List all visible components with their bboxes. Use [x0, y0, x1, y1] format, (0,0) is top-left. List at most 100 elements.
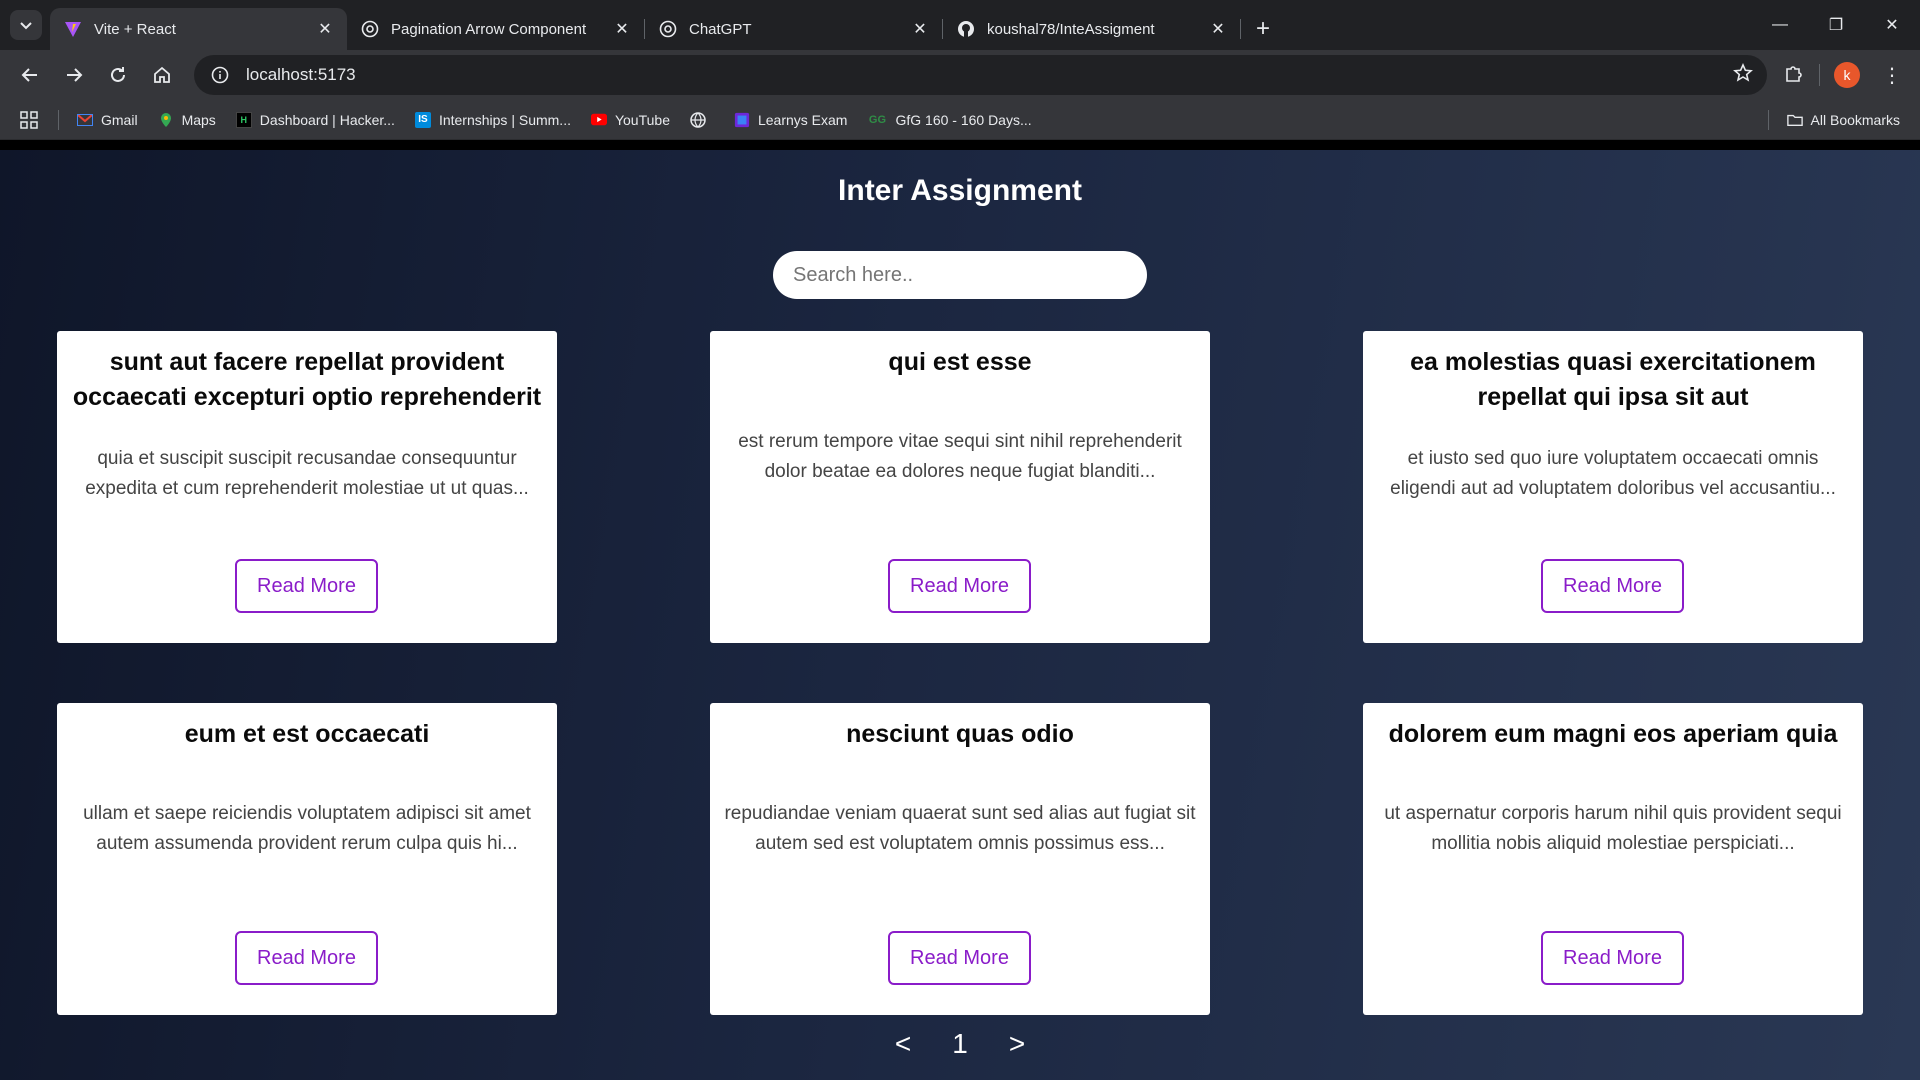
bookmark-label: Learnys Exam: [757, 111, 848, 128]
read-more-button[interactable]: Read More: [1541, 931, 1684, 985]
kebab-menu-icon[interactable]: ⋮: [1874, 63, 1910, 88]
bookmarks-bar: Gmail Maps H Dashboard | Hacker... IS In…: [0, 100, 1920, 140]
close-icon[interactable]: ✕: [910, 19, 930, 39]
post-card: ea molestias quasi exercitationem repell…: [1363, 331, 1863, 643]
read-more-button[interactable]: Read More: [1541, 559, 1684, 613]
card-title: qui est esse: [888, 348, 1032, 376]
card-body: est rerum tempore vitae sequi sint nihil…: [738, 431, 1182, 482]
tab-search-button[interactable]: [10, 10, 42, 40]
pagination: < 1 >: [0, 1028, 1920, 1060]
card-body: ut aspernatur corporis harum nihil quis …: [1384, 803, 1842, 854]
back-button[interactable]: [10, 55, 50, 95]
current-page-number: 1: [952, 1028, 968, 1059]
gfg-icon: GG: [868, 113, 887, 126]
close-icon[interactable]: ✕: [315, 19, 335, 39]
bookmark-youtube[interactable]: YouTube: [590, 111, 670, 128]
close-icon[interactable]: ✕: [1208, 19, 1228, 39]
tab-title: Pagination Arrow Component: [391, 20, 587, 38]
post-card: eum et est occaecati ullam et saepe reic…: [57, 703, 557, 1015]
card-title: ea molestias quasi exercitationem repell…: [1410, 348, 1816, 411]
vite-icon: [64, 20, 82, 38]
internshala-icon: IS: [414, 111, 431, 128]
tab-title: Vite + React: [94, 20, 176, 38]
reload-button[interactable]: [98, 55, 138, 95]
tab-github[interactable]: koushal78/InteAssigment ✕: [943, 8, 1240, 50]
card-title: nesciunt quas odio: [846, 720, 1074, 748]
minimize-button[interactable]: —: [1752, 0, 1808, 50]
card-title: sunt aut facere repellat provident occae…: [72, 348, 542, 411]
new-tab-button[interactable]: +: [1245, 11, 1281, 47]
globe-icon: [690, 111, 706, 128]
site-info-icon[interactable]: [208, 63, 232, 87]
address-bar[interactable]: localhost:5173: [194, 55, 1767, 95]
bookmark-learnys[interactable]: Learnys Exam: [734, 112, 847, 128]
apps-grid-icon: [20, 110, 38, 129]
read-more-button[interactable]: Read More: [235, 931, 378, 985]
reload-icon: [111, 67, 125, 82]
post-card: qui est esse est rerum tempore vitae seq…: [710, 331, 1210, 643]
post-card: nesciunt quas odio repudiandae veniam qu…: [710, 703, 1210, 1015]
bookmark-hackerrank[interactable]: H Dashboard | Hacker...: [235, 111, 395, 128]
plus-icon: +: [1255, 15, 1270, 42]
maps-icon: [158, 112, 174, 128]
folder-icon: [1786, 112, 1803, 128]
youtube-icon: [590, 112, 607, 128]
bookmark-label: All Bookmarks: [1810, 111, 1900, 128]
hackerrank-icon: H: [235, 111, 252, 128]
tab-vite-react[interactable]: Vite + React ✕: [50, 8, 347, 50]
tab-pagination-arrow[interactable]: Pagination Arrow Component ✕: [347, 8, 644, 50]
bookmark-gmail[interactable]: Gmail: [77, 112, 138, 128]
page-viewport: Inter Assignment sunt aut facere repella…: [0, 150, 1920, 1080]
bookmark-label: Gmail: [101, 111, 138, 128]
next-page-button[interactable]: >: [997, 1028, 1037, 1060]
read-more-button[interactable]: Read More: [888, 559, 1031, 613]
tab-strip: Vite + React ✕ Pagination Arrow Componen…: [0, 0, 1920, 50]
post-card: sunt aut facere repellat provident occae…: [57, 331, 557, 643]
tab-chatgpt[interactable]: ChatGPT ✕: [645, 8, 942, 50]
page-title: Inter Assignment: [838, 174, 1082, 207]
card-body: quia et suscipit suscipit recusandae con…: [85, 448, 529, 499]
bookmark-label: Maps: [181, 111, 216, 128]
restore-button[interactable]: ❐: [1808, 0, 1864, 50]
close-icon: ✕: [1885, 17, 1899, 34]
browser-toolbar: localhost:5173 k ⋮: [0, 50, 1920, 100]
all-bookmarks-button[interactable]: All Bookmarks: [1786, 111, 1900, 128]
url-text: localhost:5173: [246, 65, 356, 84]
forward-button[interactable]: [54, 55, 94, 95]
card-body: ullam et saepe reiciendis voluptatem adi…: [83, 803, 531, 854]
card-body: repudiandae veniam quaerat sunt sed alia…: [724, 803, 1196, 854]
extensions-icon[interactable]: [1783, 62, 1805, 89]
github-icon: [957, 20, 975, 38]
read-more-button[interactable]: Read More: [235, 559, 378, 613]
arrow-right-icon: [67, 68, 83, 82]
bookmark-internships[interactable]: IS Internships | Summ...: [414, 111, 571, 128]
card-title: eum et est occaecati: [184, 720, 430, 748]
home-button[interactable]: [142, 55, 182, 95]
profile-avatar[interactable]: k: [1834, 62, 1860, 88]
bookmark-label: GfG 160 - 160 Days...: [895, 111, 1032, 128]
bookmark-maps[interactable]: Maps: [158, 112, 216, 128]
chevron-down-icon: [20, 22, 32, 30]
bookmark-gfg[interactable]: GG GfG 160 - 160 Days...: [867, 111, 1032, 128]
apps-button[interactable]: [20, 110, 38, 129]
close-icon[interactable]: ✕: [612, 19, 632, 39]
close-window-button[interactable]: ✕: [1864, 0, 1920, 50]
restore-icon: ❐: [1828, 17, 1844, 34]
bookmark-label: Dashboard | Hacker...: [259, 111, 395, 128]
bookmark-globe[interactable]: [690, 111, 714, 128]
chatgpt-icon: [361, 20, 379, 38]
chatgpt-icon: [659, 20, 677, 38]
learnys-icon: [734, 112, 750, 128]
star-icon[interactable]: [1733, 62, 1753, 88]
bookmark-label: YouTube: [614, 111, 670, 128]
home-icon: [154, 66, 170, 83]
post-card: dolorem eum magni eos aperiam quia ut as…: [1363, 703, 1863, 1015]
card-title: dolorem eum magni eos aperiam quia: [1388, 720, 1838, 748]
prev-page-button[interactable]: <: [883, 1028, 923, 1060]
search-input[interactable]: [773, 251, 1147, 299]
card-body: et iusto sed quo iure voluptatem occaeca…: [1390, 448, 1836, 499]
bookmark-label: Internships | Summ...: [438, 111, 571, 128]
read-more-button[interactable]: Read More: [888, 931, 1031, 985]
minimize-icon: —: [1772, 16, 1788, 33]
arrow-left-icon: [21, 68, 37, 82]
